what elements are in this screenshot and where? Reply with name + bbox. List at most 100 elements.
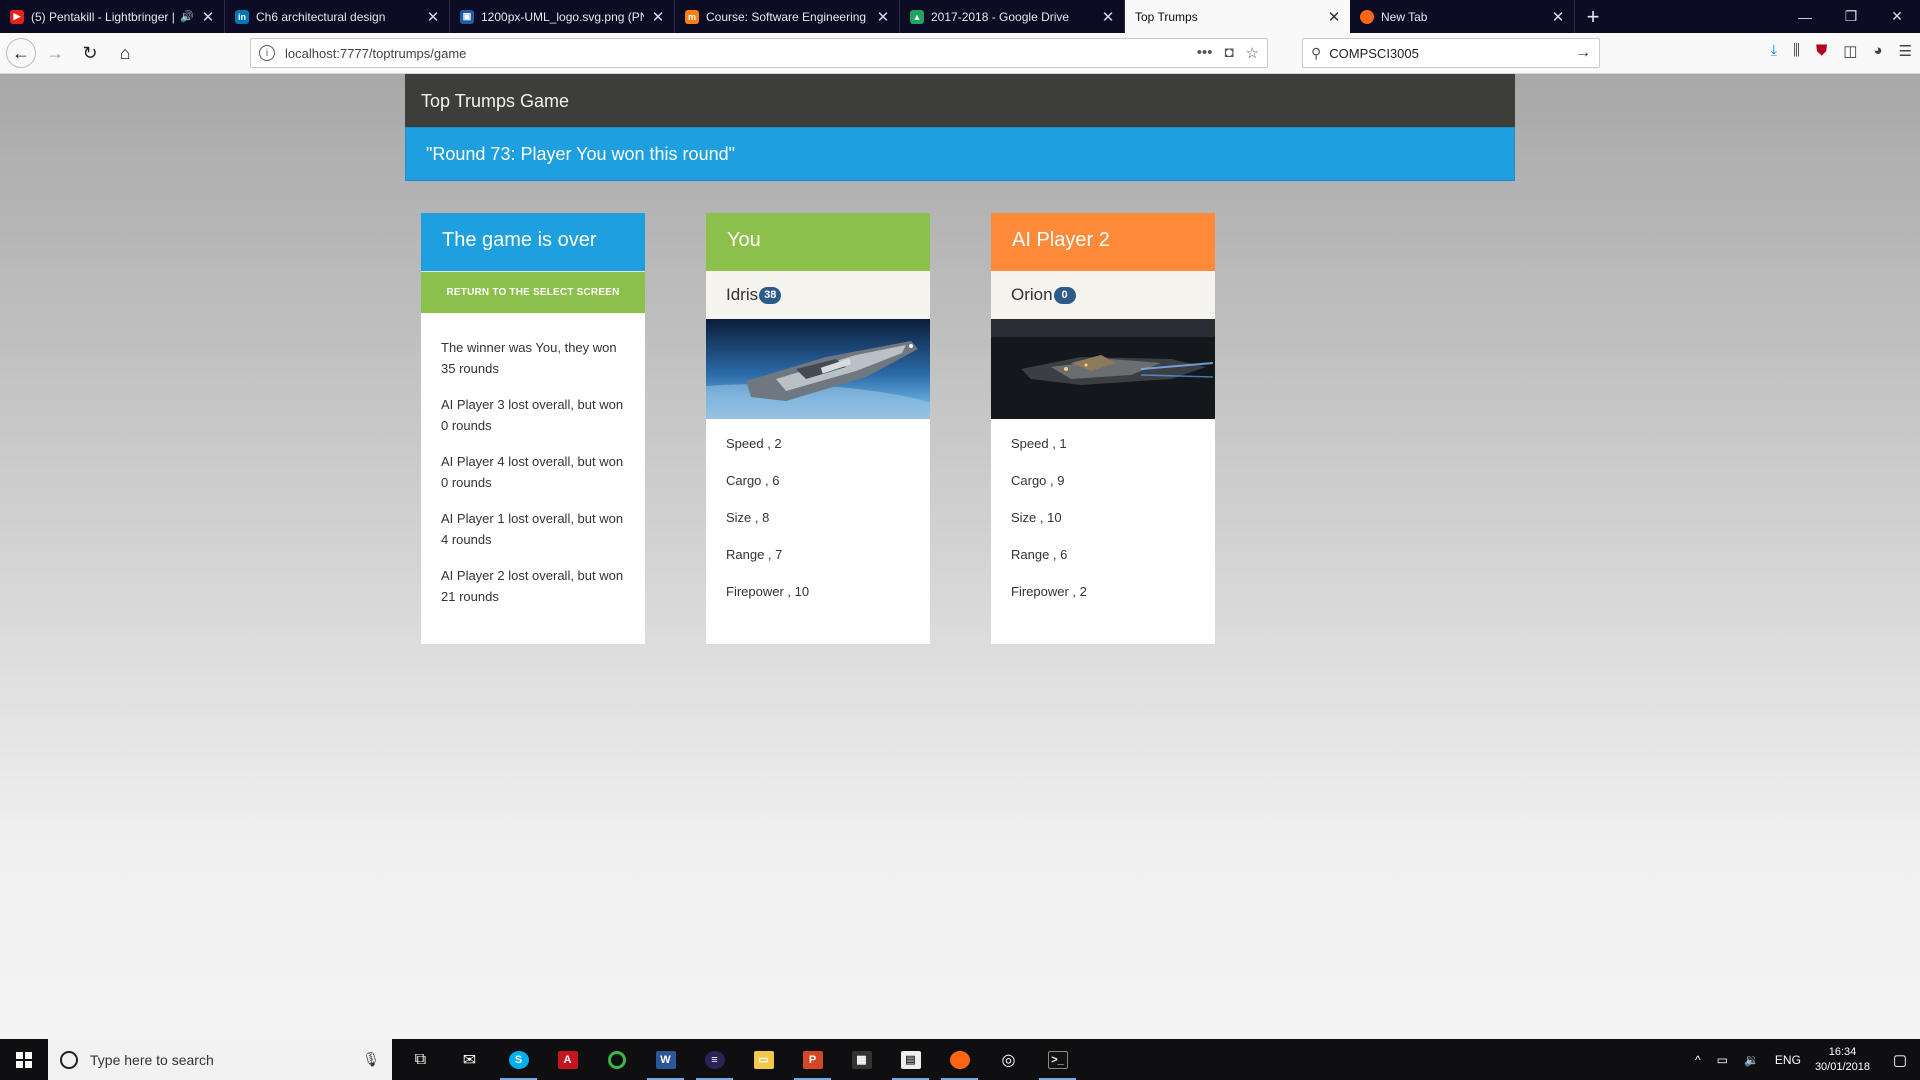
chevron-up-icon[interactable]: ^ bbox=[1695, 1053, 1701, 1067]
notepad-icon[interactable]: ▤ bbox=[886, 1039, 935, 1080]
app-green-ring-icon[interactable] bbox=[592, 1039, 641, 1080]
browser-tab-bar: ▶ (5) Pentakill - Lightbringer | 🔊 ✕ in … bbox=[0, 0, 1920, 33]
forward-icon[interactable]: → bbox=[39, 37, 71, 69]
back-icon[interactable]: ← bbox=[6, 38, 36, 68]
stat-firepower[interactable]: Firepower , 2 bbox=[1011, 584, 1215, 621]
restore-icon[interactable]: ❐ bbox=[1828, 0, 1874, 33]
notifications-icon[interactable]: ▢ bbox=[1880, 1051, 1920, 1069]
tab-title: 2017-2018 - Google Drive bbox=[931, 9, 1070, 24]
extension-icon[interactable]: ◕ bbox=[1873, 42, 1882, 60]
stat-range[interactable]: Range , 6 bbox=[1011, 547, 1215, 584]
battery-icon[interactable]: ▭ bbox=[1717, 1053, 1728, 1067]
close-window-icon[interactable]: ✕ bbox=[1874, 0, 1920, 33]
ship-image-idris bbox=[706, 319, 930, 419]
close-tab-icon[interactable]: ✕ bbox=[650, 8, 666, 26]
card-name: Idris bbox=[726, 285, 759, 304]
card-name-row: Idris 38 bbox=[706, 271, 930, 319]
tab-new-tab[interactable]: New Tab ✕ bbox=[1350, 0, 1575, 33]
pocket-icon[interactable]: ◘ bbox=[1224, 44, 1233, 62]
close-tab-icon[interactable]: ✕ bbox=[200, 8, 216, 26]
tab-title: Top Trumps bbox=[1135, 9, 1198, 24]
mail-icon[interactable]: ✉ bbox=[445, 1039, 494, 1080]
terminal-icon[interactable]: >_ bbox=[1033, 1039, 1082, 1080]
ublock-icon[interactable]: ⛊ bbox=[1816, 42, 1827, 60]
image-icon: ▣ bbox=[460, 9, 474, 24]
library-icon[interactable]: ⫼ bbox=[1793, 42, 1800, 60]
linkedin-icon: in bbox=[235, 9, 249, 24]
return-to-select-button[interactable]: RETURN TO THE SELECT SCREEN bbox=[421, 271, 645, 313]
volume-icon[interactable]: 🔉 bbox=[1744, 1053, 1759, 1067]
system-tray: ^ ▭ 🔉 ENG 16:34 30/01/2018 ▢ bbox=[1687, 1045, 1920, 1075]
card-name: Orion bbox=[1011, 285, 1053, 304]
close-tab-icon[interactable]: ✕ bbox=[1550, 8, 1566, 26]
tab-youtube[interactable]: ▶ (5) Pentakill - Lightbringer | 🔊 ✕ bbox=[0, 0, 225, 33]
tab-top-trumps[interactable]: Top Trumps ✕ bbox=[1125, 0, 1350, 33]
stats-list: Speed , 1 Cargo , 9 Size , 10 Range , 6 … bbox=[991, 419, 1215, 621]
download-icon[interactable]: ⤓ bbox=[1770, 42, 1777, 60]
close-tab-icon[interactable]: ✕ bbox=[1326, 8, 1342, 26]
app-title: Top Trumps Game bbox=[405, 74, 1515, 127]
stat-firepower[interactable]: Firepower , 10 bbox=[726, 584, 930, 621]
tab-google-drive[interactable]: ▲ 2017-2018 - Google Drive ✕ bbox=[900, 0, 1125, 33]
tab-linkedin[interactable]: in Ch6 architectural design ✕ bbox=[225, 0, 450, 33]
home-icon[interactable]: ⌂ bbox=[109, 37, 141, 69]
tab-title: Course: Software Engineering I bbox=[706, 9, 869, 24]
microphone-icon[interactable]: 🎙 bbox=[362, 1051, 380, 1068]
reload-icon[interactable]: ↻ bbox=[74, 37, 106, 69]
file-explorer-icon[interactable]: ▭ bbox=[739, 1039, 788, 1080]
stat-speed[interactable]: Speed , 1 bbox=[1011, 436, 1215, 473]
app-aperture-icon[interactable]: ◎ bbox=[984, 1039, 1033, 1080]
clock-time: 16:34 bbox=[1828, 1045, 1857, 1058]
address-bar[interactable]: i localhost:7777/toptrumps/game ••• ◘ ☆ bbox=[250, 38, 1268, 68]
speaker-icon[interactable]: 🔊 bbox=[180, 10, 194, 23]
new-tab-button[interactable]: + bbox=[1575, 0, 1611, 33]
skype-icon[interactable]: S bbox=[494, 1039, 543, 1080]
result-item: The winner was You, they won 35 rounds bbox=[441, 340, 617, 376]
close-tab-icon[interactable]: ✕ bbox=[1100, 8, 1116, 26]
game-over-card: The game is over RETURN TO THE SELECT SC… bbox=[421, 213, 645, 644]
stat-cargo[interactable]: Cargo , 6 bbox=[726, 473, 930, 510]
site-info-icon[interactable]: i bbox=[259, 45, 275, 61]
calculator-icon[interactable]: ▦ bbox=[837, 1039, 886, 1080]
sidebar-icon[interactable]: ◫ bbox=[1843, 42, 1857, 60]
powerpoint-icon[interactable]: P bbox=[788, 1039, 837, 1080]
close-tab-icon[interactable]: ✕ bbox=[425, 8, 441, 26]
windows-start-icon[interactable] bbox=[0, 1039, 48, 1080]
url-text[interactable]: localhost:7777/toptrumps/game bbox=[285, 46, 1197, 61]
window-controls: — ❐ ✕ bbox=[1782, 0, 1920, 33]
stat-speed[interactable]: Speed , 2 bbox=[726, 436, 930, 473]
taskbar-search-input[interactable]: Type here to search bbox=[90, 1052, 362, 1068]
tab-title: (5) Pentakill - Lightbringer | bbox=[31, 9, 175, 24]
stat-cargo[interactable]: Cargo , 9 bbox=[1011, 473, 1215, 510]
acrobat-icon[interactable]: A bbox=[543, 1039, 592, 1080]
search-input[interactable]: COMPSCI3005 bbox=[1329, 46, 1575, 61]
cards-count-badge: 38 bbox=[759, 287, 782, 304]
game-over-title: The game is over bbox=[421, 213, 645, 271]
stat-size[interactable]: Size , 8 bbox=[726, 510, 930, 547]
search-go-icon[interactable]: → bbox=[1575, 44, 1591, 62]
cortana-icon bbox=[60, 1050, 78, 1069]
results-list: The winner was You, they won 35 rounds A… bbox=[421, 313, 645, 607]
firefox-icon[interactable] bbox=[935, 1039, 984, 1080]
menu-icon[interactable]: ☰ bbox=[1899, 42, 1912, 60]
player-card-ai-player-2: AI Player 2 Orion 0 Speed , 1 Cargo , 9 … bbox=[991, 213, 1215, 644]
language-indicator[interactable]: ENG bbox=[1775, 1053, 1801, 1067]
search-bar[interactable]: ⚲ COMPSCI3005 → bbox=[1302, 38, 1600, 68]
tab-moodle-course[interactable]: m Course: Software Engineering I ✕ bbox=[675, 0, 900, 33]
stat-range[interactable]: Range , 7 bbox=[726, 547, 930, 584]
card-name-row: Orion 0 bbox=[991, 271, 1215, 319]
minimize-icon[interactable]: — bbox=[1782, 0, 1828, 33]
tab-uml-image[interactable]: ▣ 1200px-UML_logo.svg.png (PN ✕ bbox=[450, 0, 675, 33]
task-view-icon[interactable]: ⧉ bbox=[396, 1039, 445, 1080]
stat-size[interactable]: Size , 10 bbox=[1011, 510, 1215, 547]
close-tab-icon[interactable]: ✕ bbox=[875, 8, 891, 26]
tab-title: 1200px-UML_logo.svg.png (PN bbox=[481, 9, 644, 24]
stats-list: Speed , 2 Cargo , 6 Size , 8 Range , 7 F… bbox=[706, 419, 930, 621]
bookmark-star-icon[interactable]: ☆ bbox=[1246, 44, 1259, 62]
page-actions-icon[interactable]: ••• bbox=[1197, 44, 1213, 62]
moodle-icon: m bbox=[685, 9, 699, 24]
taskbar-search[interactable]: Type here to search 🎙 bbox=[48, 1039, 392, 1080]
clock[interactable]: 16:34 30/01/2018 bbox=[1815, 1045, 1870, 1075]
word-icon[interactable]: W bbox=[641, 1039, 690, 1080]
eclipse-icon[interactable]: ≡ bbox=[690, 1039, 739, 1080]
